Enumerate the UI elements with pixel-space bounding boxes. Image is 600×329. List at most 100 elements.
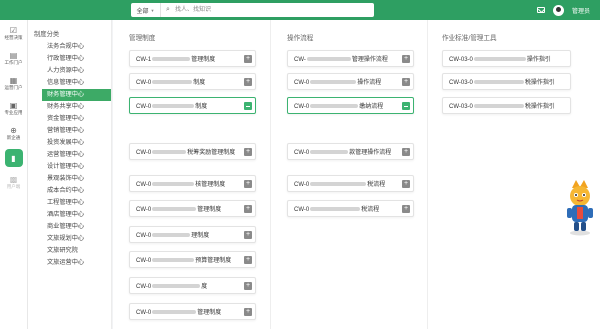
category-item[interactable]: 酒店管理中心 — [28, 209, 111, 221]
plus-icon[interactable]: + — [244, 148, 252, 156]
search-scope-label: 全部 — [136, 8, 149, 15]
redacted-text — [152, 310, 197, 315]
category-item[interactable]: 人力资源中心 — [28, 65, 111, 77]
document-card[interactable]: CW-03-0 税操作指引 — [442, 73, 571, 90]
plus-circle-icon: ⊕ — [10, 126, 17, 135]
redacted-text — [152, 80, 193, 85]
card-label: CW-0 核管理制度 — [136, 179, 225, 188]
plus-icon[interactable]: + — [244, 308, 252, 316]
mail-icon[interactable] — [536, 7, 545, 13]
plus-icon[interactable]: + — [244, 205, 252, 213]
document-card-selected[interactable]: CW-0 缴纳流程 — [287, 97, 414, 114]
category-item[interactable]: 运营管理中心 — [28, 149, 111, 161]
document-card[interactable]: CW-0 理制度 + — [129, 226, 256, 243]
document-card[interactable]: CW- 管理操作流程 + — [287, 50, 414, 67]
card-title: 税操作指引 — [524, 104, 555, 110]
plus-icon[interactable]: + — [244, 55, 252, 63]
app-rail: ☑ 经营决策 ▤ 工作门户 ▦ 运营门户 ▣ 专业应用 ⊕ 新企通 ▮ ▩ 用户… — [0, 20, 28, 329]
category-item[interactable]: 法务合规中心 — [28, 41, 111, 53]
category-item[interactable]: 资金管理中心 — [28, 113, 111, 125]
card-label: CW-0 制度 — [136, 101, 207, 110]
category-item[interactable]: 成本合约中心 — [28, 185, 111, 197]
category-item[interactable]: 文旅规划中心 — [28, 233, 111, 245]
category-item[interactable]: 文旅研究院 — [28, 245, 111, 257]
card-title: 管理制度 — [197, 310, 222, 316]
category-item[interactable]: 文旅运营中心 — [28, 257, 111, 269]
plus-icon[interactable]: + — [244, 78, 252, 86]
document-card[interactable]: CW-1 管理制度 + — [129, 50, 256, 67]
user-name[interactable]: 管理员 — [572, 6, 590, 15]
card-code: CW-0 — [136, 310, 152, 316]
minus-icon[interactable] — [402, 102, 410, 110]
plus-icon[interactable]: + — [402, 148, 410, 156]
card-label: CW-0 操作流程 — [294, 77, 381, 86]
rail-item-ops-portal[interactable]: ▦ 运营门户 — [0, 72, 27, 95]
mascot-illustration[interactable] — [563, 178, 597, 236]
rail-item-xinqitong[interactable]: ⊕ 新企通 — [0, 122, 27, 145]
rail-item-documents[interactable]: ▮ — [4, 149, 23, 167]
card-label: CW-0 理制度 — [136, 230, 209, 239]
document-card[interactable]: CW-0 制度 + — [129, 73, 256, 90]
category-item[interactable]: 行政管理中心 — [28, 53, 111, 65]
category-item-active[interactable]: 财务管理中心 — [42, 89, 111, 101]
card-title: 缴纳流程 — [359, 104, 384, 110]
rail-item-label: 新企通 — [6, 135, 21, 140]
rail-item-label: 工作门户 — [4, 60, 23, 65]
category-item[interactable]: 信息管理中心 — [28, 77, 111, 89]
user-area: 管理员 — [536, 3, 590, 17]
search-scope-select[interactable]: 全部 ▼ — [131, 3, 161, 17]
minus-icon[interactable] — [244, 102, 252, 110]
column-regulations: 管理制度 CW-1 管理制度 + CW-0 制度 + CW-0 制度 CW-0 税筹奖励管理… — [113, 20, 270, 329]
document-card[interactable]: CW-0 操作流程 + — [287, 73, 414, 90]
card-label: CW-03-0 税操作指引 — [449, 77, 555, 86]
avatar[interactable] — [552, 4, 564, 16]
global-search: 全部 ▼ ⌕ — [131, 3, 374, 17]
document-card[interactable]: CW-03-0 税操作指引 — [442, 97, 571, 114]
document-card[interactable]: CW-0 税筹奖励管理制度 + — [129, 143, 256, 160]
column-title: 操作流程 — [287, 35, 314, 42]
document-card[interactable]: CW-0 管理制度 + — [129, 200, 256, 217]
card-code: CW-0 — [136, 258, 152, 264]
plus-icon[interactable]: + — [244, 256, 252, 264]
plus-icon[interactable]: + — [244, 180, 252, 188]
redacted-text — [473, 104, 524, 109]
plus-icon[interactable]: + — [402, 205, 410, 213]
rail-item-apps[interactable]: ▣ 专业应用 — [0, 97, 27, 120]
plus-icon[interactable]: + — [244, 282, 252, 290]
document-card[interactable]: CW-0 度 + — [129, 277, 256, 294]
plus-icon[interactable]: + — [244, 231, 252, 239]
search-icon[interactable]: ⌕ — [161, 6, 175, 14]
rail-item-label: 用户端 — [6, 184, 21, 189]
document-card[interactable]: CW-0 款管理操作流程 + — [287, 143, 414, 160]
rail-item-work-portal[interactable]: ▤ 工作门户 — [0, 47, 27, 70]
category-item[interactable]: 设计管理中心 — [28, 161, 111, 173]
plus-icon[interactable]: + — [402, 55, 410, 63]
category-item[interactable]: 营销管理中心 — [28, 125, 111, 137]
document-card[interactable]: CW-0 预算管理制度 + — [129, 251, 256, 268]
rail-item-user[interactable]: ▩ 用户端 — [0, 171, 27, 194]
search-input[interactable] — [175, 4, 374, 16]
category-item[interactable]: 投资发展中心 — [28, 137, 111, 149]
card-code: CW-0 — [136, 104, 152, 110]
plus-icon[interactable]: + — [402, 78, 410, 86]
plus-icon[interactable]: + — [402, 180, 410, 188]
redacted-text — [310, 182, 367, 187]
document-card[interactable]: CW-0 核管理制度 + — [129, 175, 256, 192]
rail-item-label: 运营门户 — [4, 85, 23, 90]
redacted-text — [473, 57, 526, 62]
document-card[interactable]: CW-0 税流程 + — [287, 175, 414, 192]
card-label: CW-0 缴纳流程 — [294, 101, 383, 110]
document-card-selected[interactable]: CW-0 制度 — [129, 97, 256, 114]
redacted-text — [152, 182, 195, 187]
document-card[interactable]: CW-0 管理制度 + — [129, 303, 256, 320]
category-item[interactable]: 商业管理中心 — [28, 221, 111, 233]
category-item[interactable]: 景观装饰中心 — [28, 173, 111, 185]
document-card[interactable]: CW-0 税流程 + — [287, 200, 414, 217]
card-title: 税流程 — [361, 207, 380, 213]
redacted-text — [306, 57, 351, 62]
card-label: CW-0 管理制度 — [136, 204, 221, 213]
category-item[interactable]: 财务共享中心 — [28, 101, 111, 113]
category-item[interactable]: 工程管理中心 — [28, 197, 111, 209]
document-card[interactable]: CW-03-0 操作指引 — [442, 50, 571, 67]
rail-item-decision[interactable]: ☑ 经营决策 — [0, 22, 27, 45]
